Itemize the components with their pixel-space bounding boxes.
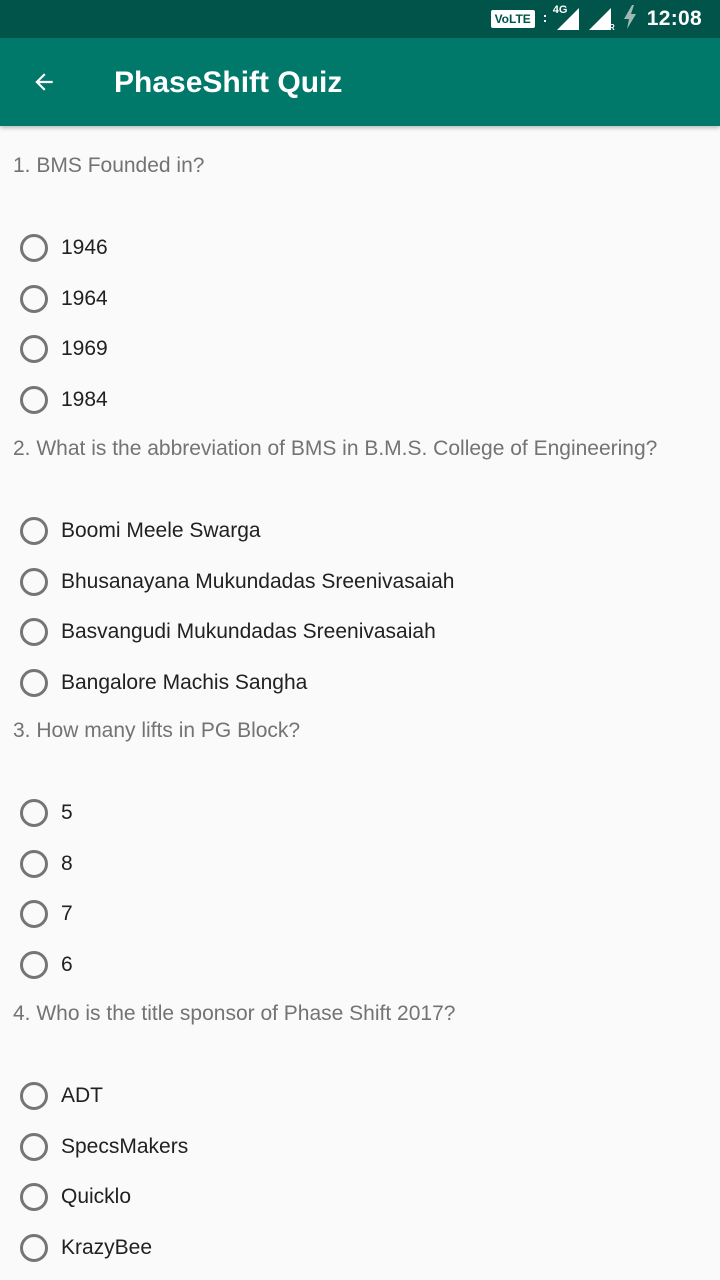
app-bar: PhaseShift Quiz bbox=[0, 38, 720, 126]
option-radio[interactable]: 1969 bbox=[20, 329, 108, 369]
option-radio[interactable]: Bhusanayana Mukundadas Sreenivasaiah bbox=[20, 562, 454, 602]
option-label: ADT bbox=[61, 1084, 103, 1107]
option-label: Bhusanayana Mukundadas Sreenivasaiah bbox=[61, 570, 455, 593]
option-label: 1964 bbox=[61, 287, 108, 310]
option-radio[interactable]: 6 bbox=[20, 945, 73, 985]
option-label: SpecsMakers bbox=[61, 1135, 189, 1158]
radio-unchecked-icon[interactable] bbox=[20, 1082, 48, 1110]
status-icons: VoLTE 4G R 12:08 bbox=[490, 0, 702, 38]
radio-unchecked-icon[interactable] bbox=[20, 386, 48, 414]
option-label: 7 bbox=[61, 902, 73, 925]
volte-badge: VoLTE bbox=[490, 10, 535, 28]
radio-unchecked-icon[interactable] bbox=[20, 1133, 48, 1161]
radio-unchecked-icon[interactable] bbox=[20, 234, 48, 262]
status-bar: VoLTE 4G R 12:08 bbox=[0, 0, 720, 38]
radio-unchecked-icon[interactable] bbox=[20, 568, 48, 596]
option-label: 6 bbox=[61, 953, 73, 976]
option-radio[interactable]: 1984 bbox=[20, 380, 108, 420]
option-label: 1946 bbox=[61, 236, 108, 259]
status-time: 12:08 bbox=[646, 7, 702, 30]
option-radio[interactable]: Basvangudi Mukundadas Sreenivasaiah bbox=[20, 612, 436, 652]
option-label: 8 bbox=[61, 852, 73, 875]
app-title: PhaseShift Quiz bbox=[114, 66, 343, 99]
option-radio[interactable]: 1964 bbox=[20, 279, 108, 319]
option-radio[interactable]: ADT bbox=[20, 1076, 103, 1116]
option-radio[interactable]: SpecsMakers bbox=[20, 1127, 188, 1167]
radio-unchecked-icon[interactable] bbox=[20, 335, 48, 363]
back-button[interactable] bbox=[20, 58, 68, 106]
option-radio[interactable]: 1946 bbox=[20, 228, 108, 268]
option-label: Boomi Meele Swarga bbox=[61, 519, 261, 542]
radio-unchecked-icon[interactable] bbox=[20, 669, 48, 697]
option-label: KrazyBee bbox=[61, 1236, 153, 1259]
question-text: 2. What is the abbreviation of BMS in B.… bbox=[13, 437, 658, 460]
option-radio[interactable]: 5 bbox=[20, 793, 73, 833]
option-radio[interactable]: Quicklo bbox=[20, 1177, 131, 1217]
option-label: Bangalore Machis Sangha bbox=[61, 671, 308, 694]
option-radio[interactable]: KrazyBee bbox=[20, 1228, 152, 1268]
question-text: 3. How many lifts in PG Block? bbox=[13, 719, 301, 742]
signal-4g-icon: 4G bbox=[553, 4, 581, 32]
option-label: Basvangudi Mukundadas Sreenivasaiah bbox=[61, 620, 436, 643]
option-label: 1969 bbox=[61, 337, 108, 360]
radio-unchecked-icon[interactable] bbox=[20, 900, 48, 928]
arrow-back-icon bbox=[35, 73, 53, 91]
radio-unchecked-icon[interactable] bbox=[20, 1234, 48, 1262]
radio-unchecked-icon[interactable] bbox=[20, 1183, 48, 1211]
option-label: 5 bbox=[61, 801, 73, 824]
option-radio[interactable]: Bangalore Machis Sangha bbox=[20, 663, 307, 703]
option-label: 1984 bbox=[61, 388, 108, 411]
option-label: Quicklo bbox=[61, 1185, 132, 1208]
option-radio[interactable]: 7 bbox=[20, 894, 73, 934]
radio-unchecked-icon[interactable] bbox=[20, 850, 48, 878]
radio-unchecked-icon[interactable] bbox=[20, 799, 48, 827]
data-activity-icon bbox=[543, 14, 547, 24]
radio-unchecked-icon[interactable] bbox=[20, 951, 48, 979]
radio-unchecked-icon[interactable] bbox=[20, 285, 48, 313]
question-text: 4. Who is the title sponsor of Phase Shi… bbox=[13, 1002, 456, 1025]
radio-unchecked-icon[interactable] bbox=[20, 517, 48, 545]
radio-unchecked-icon[interactable] bbox=[20, 618, 48, 646]
option-radio[interactable]: 8 bbox=[20, 844, 73, 884]
battery-charging-icon bbox=[623, 4, 637, 34]
roaming-label: R bbox=[609, 23, 615, 32]
option-radio[interactable]: Boomi Meele Swarga bbox=[20, 511, 261, 551]
signal-roaming-icon: R bbox=[587, 6, 615, 32]
question-text: 1. BMS Founded in? bbox=[13, 154, 205, 177]
